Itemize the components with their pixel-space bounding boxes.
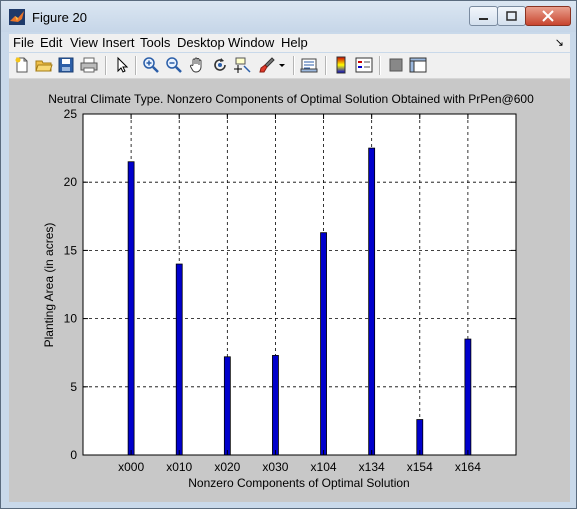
restore-icon xyxy=(506,11,517,21)
menu-insert[interactable]: Insert xyxy=(102,35,135,50)
bar-x104 xyxy=(320,232,327,456)
toolbar xyxy=(9,53,570,79)
toolbar-separator xyxy=(379,56,381,75)
x-tick-label: x134 xyxy=(359,460,385,474)
x-tick-label: x020 xyxy=(214,460,240,474)
pan-hand-icon[interactable] xyxy=(188,56,206,74)
bar-x154 xyxy=(416,419,424,456)
matlab-logo-icon xyxy=(9,9,25,25)
link-plot-icon[interactable] xyxy=(300,56,318,74)
menu-dock-arrow-icon[interactable]: ↘ xyxy=(555,36,564,49)
toolbar-separator xyxy=(293,56,295,75)
bar-x010 xyxy=(175,263,183,456)
colorbar-icon[interactable] xyxy=(332,56,350,74)
y-tick-label: 15 xyxy=(64,243,78,257)
y-axis-label: Planting Area (in acres) xyxy=(42,223,56,348)
maximize-button[interactable] xyxy=(497,6,526,26)
chart-title: Neutral Climate Type. Nonzero Components… xyxy=(48,92,534,106)
title-bar[interactable]: Figure 20 xyxy=(1,1,576,32)
y-tick-label: 0 xyxy=(70,448,77,462)
toolbar-separator xyxy=(325,56,327,75)
y-tick-label: 20 xyxy=(64,175,78,189)
new-file-icon[interactable] xyxy=(13,56,31,74)
menu-help[interactable]: Help xyxy=(281,35,308,50)
close-icon xyxy=(542,10,554,22)
menu-file[interactable]: File xyxy=(13,35,34,50)
x-tick-label: x000 xyxy=(118,460,144,474)
bar-x164 xyxy=(464,338,472,456)
rotate-3d-icon[interactable] xyxy=(211,56,229,74)
bar-x020 xyxy=(223,356,231,456)
figure-window: Figure 20 File Edit View Insert Tools De… xyxy=(0,0,577,509)
bar-x000 xyxy=(127,161,135,456)
x-tick-label: x010 xyxy=(166,460,192,474)
menu-edit[interactable]: Edit xyxy=(40,35,62,50)
y-tick-label: 25 xyxy=(64,107,78,121)
pointer-icon[interactable] xyxy=(113,56,131,74)
minimize-button[interactable] xyxy=(469,6,498,26)
x-tick-label: x154 xyxy=(407,460,433,474)
menu-window[interactable]: Window xyxy=(228,35,274,50)
x-tick-label: x164 xyxy=(455,460,481,474)
bar-chart[interactable]: Neutral Climate Type. Nonzero Components… xyxy=(9,79,570,502)
print-icon[interactable] xyxy=(80,56,98,74)
figure-canvas: Neutral Climate Type. Nonzero Components… xyxy=(9,79,570,502)
bar-x134 xyxy=(368,147,376,456)
zoom-in-icon[interactable] xyxy=(142,56,160,74)
plot-area xyxy=(83,114,516,455)
menu-bar: File Edit View Insert Tools Desktop Wind… xyxy=(9,34,570,52)
show-plot-tools-icon[interactable] xyxy=(409,56,427,74)
zoom-out-icon[interactable] xyxy=(165,56,183,74)
toolbar-separator xyxy=(135,56,137,75)
open-folder-icon[interactable] xyxy=(35,56,53,74)
legend-icon[interactable] xyxy=(355,56,373,74)
menu-tools[interactable]: Tools xyxy=(140,35,170,50)
menu-view[interactable]: View xyxy=(70,35,98,50)
y-tick-label: 5 xyxy=(70,380,77,394)
brush-icon[interactable] xyxy=(258,56,276,74)
x-tick-label: x030 xyxy=(262,460,288,474)
y-tick-label: 10 xyxy=(64,312,78,326)
window-title: Figure 20 xyxy=(32,10,87,25)
brush-dropdown-icon[interactable] xyxy=(277,56,287,74)
close-button[interactable] xyxy=(525,6,571,26)
menu-desktop[interactable]: Desktop xyxy=(177,35,225,50)
x-tick-label: x104 xyxy=(311,460,337,474)
toolbar-separator xyxy=(105,56,107,75)
x-axis-label: Nonzero Components of Optimal Solution xyxy=(188,476,409,490)
save-icon[interactable] xyxy=(57,56,75,74)
data-cursor-icon[interactable] xyxy=(234,56,252,74)
hide-plot-tools-icon[interactable] xyxy=(387,56,405,74)
bar-x030 xyxy=(272,355,279,456)
minimize-icon xyxy=(479,18,488,20)
